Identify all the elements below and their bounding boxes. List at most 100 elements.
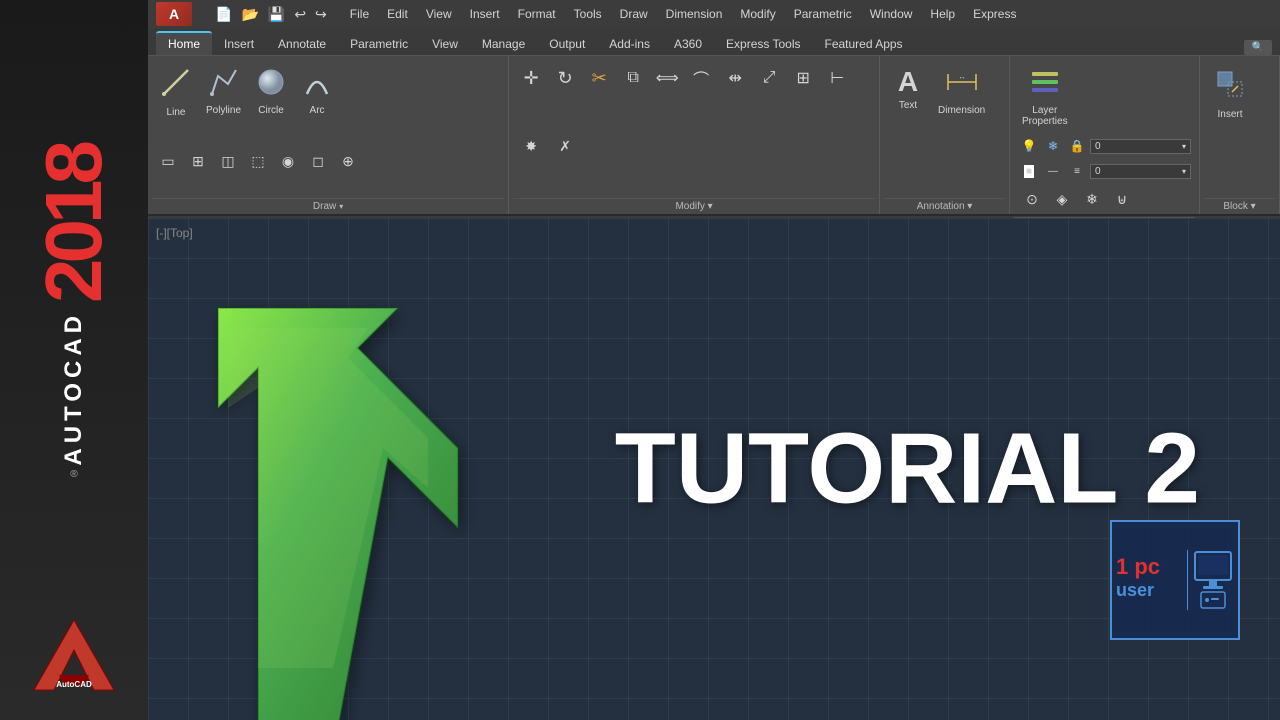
menu-modify[interactable]: Modify: [732, 5, 783, 23]
copy-button[interactable]: ⧉: [617, 62, 649, 94]
menu-dimension[interactable]: Dimension: [658, 5, 731, 23]
layer-lineweight-button[interactable]: ≡: [1066, 160, 1088, 182]
layer-on-icon: 💡: [1022, 139, 1037, 153]
new-button[interactable]: 📄: [212, 4, 235, 25]
layer-lock-button[interactable]: 🔒: [1066, 135, 1088, 157]
text-label: Text: [899, 100, 917, 111]
layer-on-button[interactable]: 💡: [1018, 135, 1040, 157]
menu-view[interactable]: View: [418, 5, 460, 23]
undo-button[interactable]: ↩: [291, 4, 309, 25]
layer-match-icon: ⊙: [1026, 191, 1038, 208]
tab-output[interactable]: Output: [537, 33, 597, 55]
polyline-button[interactable]: Polyline: [200, 62, 247, 120]
text-button[interactable]: A Text: [886, 62, 930, 115]
extend-icon: ⊢: [830, 68, 844, 88]
layers-section: Layer Properties 💡 ❄ 🔒 0 ▾: [1010, 56, 1200, 214]
draw-footer[interactable]: Draw ▾: [152, 198, 504, 214]
tab-manage[interactable]: Manage: [470, 33, 537, 55]
insert-button[interactable]: Insert: [1206, 62, 1254, 124]
tab-a360[interactable]: A360: [662, 33, 714, 55]
tab-featured-apps[interactable]: Featured Apps: [813, 33, 915, 55]
menu-edit[interactable]: Edit: [379, 5, 416, 23]
annotation-label: Annotation ▾: [917, 201, 973, 212]
rotate-button[interactable]: ↻: [549, 62, 581, 94]
stretch-button[interactable]: ⇹: [719, 62, 751, 94]
pc-text-area: 1 pc user: [1112, 550, 1188, 610]
menu-file[interactable]: File: [342, 5, 377, 23]
tab-home[interactable]: Home: [156, 31, 212, 55]
array-button[interactable]: ⊞: [787, 62, 819, 94]
menu-insert[interactable]: Insert: [462, 5, 508, 23]
pc-icon-area: [1188, 550, 1238, 610]
menu-format[interactable]: Format: [510, 5, 564, 23]
scale-button[interactable]: ⤢: [753, 62, 785, 94]
tab-view[interactable]: View: [420, 33, 470, 55]
menu-window[interactable]: Window: [862, 5, 921, 23]
arc-button[interactable]: Arc: [295, 62, 339, 120]
move-button[interactable]: ✛: [515, 62, 547, 94]
circle-button[interactable]: Circle: [249, 62, 293, 120]
redo-button[interactable]: ↪: [312, 4, 330, 25]
line-label: Line: [167, 107, 186, 118]
canvas-area[interactable]: [-][Top] TUTORIAL 2: [148, 218, 1280, 720]
dimension-button[interactable]: ↔ Dimension: [932, 62, 991, 120]
tab-insert[interactable]: Insert: [212, 33, 266, 55]
mirror-button[interactable]: ⟺: [651, 62, 683, 94]
layer-properties-button[interactable]: Layer Properties: [1016, 62, 1074, 131]
year-label: 2018: [34, 145, 114, 303]
modify-footer[interactable]: Modify ▾: [513, 198, 875, 214]
year-text: 2018: [29, 145, 118, 303]
layer-match-button[interactable]: ⊙: [1018, 185, 1046, 213]
line-button[interactable]: Line: [154, 62, 198, 122]
gradient-button[interactable]: ◫: [214, 147, 242, 175]
rotate-icon: ↻: [558, 68, 573, 89]
array-icon: ⊞: [796, 68, 809, 88]
layer-select-dropdown[interactable]: 0 ▾: [1090, 139, 1191, 154]
explode-button[interactable]: ✸: [515, 130, 547, 162]
fillet-button[interactable]: ⌒: [685, 62, 717, 94]
extend-button[interactable]: ⊢: [821, 62, 853, 94]
layer-linetype-button[interactable]: —: [1042, 160, 1064, 182]
circle-icon: [255, 66, 287, 103]
menu-draw[interactable]: Draw: [612, 5, 656, 23]
layer-isolate-button[interactable]: ◈: [1048, 185, 1076, 213]
layer-merge-button[interactable]: ⊎: [1108, 185, 1136, 213]
menu-parametric[interactable]: Parametric: [786, 5, 860, 23]
rectangle-button[interactable]: ▭: [154, 147, 182, 175]
block-section: Insert Block ▾: [1200, 56, 1280, 214]
block-footer[interactable]: Block ▾: [1204, 198, 1275, 214]
boundary-button[interactable]: ⬚: [244, 147, 272, 175]
wipeout-button[interactable]: ◻: [304, 147, 332, 175]
scale-icon: ⤢: [763, 69, 776, 87]
layer-color-button[interactable]: ■: [1018, 160, 1040, 182]
pc-computer-icon: [1193, 550, 1233, 610]
gradient-icon: ◫: [221, 153, 234, 170]
region-button[interactable]: ◉: [274, 147, 302, 175]
menu-help[interactable]: Help: [922, 5, 963, 23]
revision-button[interactable]: ⊕: [334, 147, 362, 175]
user-label: user: [1116, 580, 1183, 601]
trim-button[interactable]: ✂: [583, 62, 615, 94]
hatch-button[interactable]: ⊞: [184, 147, 212, 175]
tutorial-heading: TUTORIAL 2: [615, 412, 1200, 527]
arc-icon: [301, 66, 333, 103]
open-button[interactable]: 📂: [238, 4, 261, 25]
menu-express[interactable]: Express: [965, 5, 1024, 23]
search-button[interactable]: 🔍: [1244, 40, 1272, 55]
menu-tools[interactable]: Tools: [566, 5, 610, 23]
text-tool-icon: A: [892, 66, 924, 98]
tab-annotate[interactable]: Annotate: [266, 33, 338, 55]
layer-freeze-button[interactable]: ❄: [1042, 135, 1064, 157]
tab-addins[interactable]: Add-ins: [597, 33, 662, 55]
layer-freeze-vp-button[interactable]: ❄: [1078, 185, 1106, 213]
tab-express-tools[interactable]: Express Tools: [714, 33, 812, 55]
rectangle-icon: ▭: [161, 153, 174, 170]
app-menu-button[interactable]: A: [156, 2, 192, 26]
boundary-icon: ⬚: [251, 153, 264, 170]
annotation-footer[interactable]: Annotation ▾: [884, 198, 1005, 214]
save-button[interactable]: 💾: [265, 4, 288, 25]
explode-icon: ✸: [525, 138, 537, 155]
tab-parametric[interactable]: Parametric: [338, 33, 420, 55]
color-dropdown[interactable]: 0 ▾: [1090, 164, 1191, 179]
erase-button[interactable]: ✗: [549, 130, 581, 162]
